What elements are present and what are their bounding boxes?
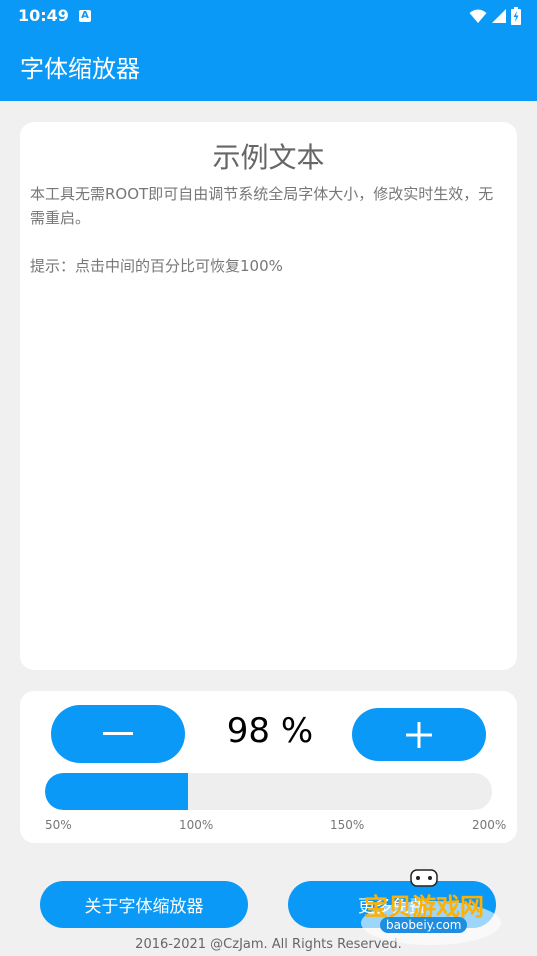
tick-150: 150% xyxy=(330,818,365,832)
minus-icon xyxy=(103,732,133,735)
watermark-domain: baobeiy.com xyxy=(380,917,468,933)
status-time: 10:49 xyxy=(18,6,69,25)
sample-title: 示例文本 xyxy=(212,141,325,174)
wifi-icon xyxy=(469,9,487,23)
plus-icon xyxy=(406,721,432,748)
sample-hint: 提示：点击中间的百分比可恢复100% xyxy=(30,257,283,275)
app-title: 字体缩放器 xyxy=(20,55,140,83)
system-icons xyxy=(469,6,521,26)
battery-icon xyxy=(511,7,521,25)
tick-50: 50% xyxy=(45,818,72,832)
decrease-button[interactable] xyxy=(51,705,185,763)
tick-100: 100% xyxy=(179,818,214,832)
sample-description: 本工具无需ROOT即可自由调节系统全局字体大小，修改实时生效，无需重启。 xyxy=(30,185,494,227)
about-button[interactable]: 关于字体缩放器 xyxy=(40,881,248,928)
sample-text-card: 示例文本 本工具无需ROOT即可自由调节系统全局字体大小，修改实时生效，无需重启… xyxy=(20,122,517,670)
scale-control-card: 98 % 50% 100% 150% 200% xyxy=(20,691,517,843)
signal-icon xyxy=(492,9,506,23)
percent-value[interactable]: 98 % xyxy=(200,711,340,751)
tick-200: 200% xyxy=(472,818,507,832)
notification-a-icon: A xyxy=(79,10,91,22)
app-bar: 10:49 A 字体缩放器 xyxy=(0,0,537,101)
status-bar: 10:49 A xyxy=(0,0,537,32)
increase-button[interactable] xyxy=(352,708,486,761)
scale-slider[interactable] xyxy=(45,773,492,810)
scale-slider-fill xyxy=(45,773,189,810)
